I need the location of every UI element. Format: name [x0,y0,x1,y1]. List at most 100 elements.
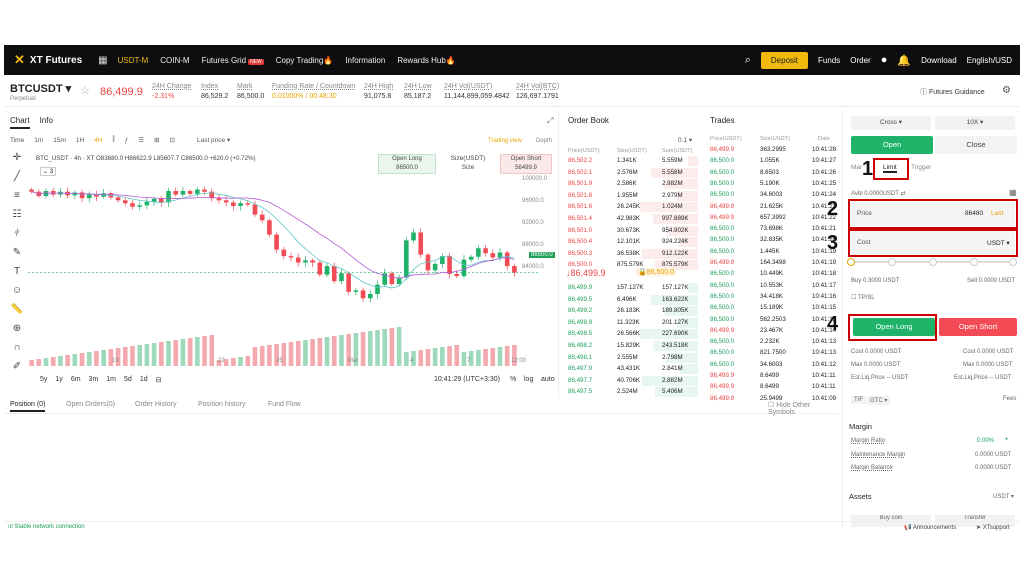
search-icon[interactable]: ⌕ [745,54,751,67]
brush-icon[interactable]: ✎ [13,247,21,258]
fib-icon[interactable]: ☷ [13,209,22,220]
calendar-icon[interactable]: ⊟ [156,376,162,384]
nav-funds[interactable]: Funds [818,56,840,65]
tf-15m[interactable]: 15m [53,137,66,144]
tab-info[interactable]: Info [40,116,53,129]
horizontal-lines-icon[interactable]: ≡ [14,190,20,201]
layout-icon[interactable]: ⊞ [154,136,159,144]
nav-rewards-hub[interactable]: Rewards Hub🔥 [397,56,455,65]
slider-step[interactable] [970,258,978,266]
futures-guidance-link[interactable]: ⓘ Futures Guidance [920,87,985,97]
bid-row[interactable]: 86,498.1 2.555M 2.798M [562,352,702,363]
log-scale-button[interactable]: log [524,376,533,383]
ask-row[interactable]: 86,500.4 12.101K 924.224K [562,237,702,248]
tf-4h[interactable]: 4H [94,137,102,144]
bid-row[interactable]: 86,497.9 43.431K 2.841M [562,364,702,375]
expand-icon[interactable]: ⤢ [547,116,553,126]
magnet-icon[interactable]: ∩ [13,342,20,353]
range-3m[interactable]: 3m [89,376,99,384]
tf-1m[interactable]: 1m [34,137,43,144]
support-link[interactable]: ➤ XTsupport [976,524,1010,531]
range-1m[interactable]: 1m [106,376,116,384]
bid-row[interactable]: 86,499.5 6.496K 163.622K [562,294,702,305]
slider-step[interactable] [1009,258,1017,266]
crosshair-icon[interactable]: ✛ [13,152,21,163]
bid-row[interactable]: 86,499.9 157.127K 157.127K [562,283,702,293]
bid-row[interactable]: 86,497.5 2.524M 5.406M [562,387,702,398]
tab-position-history[interactable]: Position history [198,401,245,408]
lock-draw-icon[interactable]: ✐ [13,361,21,372]
collapse-indicators[interactable]: ⌄ 3 [40,167,57,176]
text-icon[interactable]: T [14,266,20,277]
user-icon[interactable]: ● [881,54,888,66]
brand-logo[interactable]: ✕ XT Futures [14,52,82,68]
nav-coin-m[interactable]: COIN-M [160,56,189,65]
language-selector[interactable]: English/USD [967,56,1012,65]
last-price-select[interactable]: Last price ▾ [197,136,230,144]
apps-grid-icon[interactable]: ▦ [98,55,107,66]
nav-order[interactable]: Order [850,56,870,65]
nav-information[interactable]: Information [345,56,385,65]
slider-step[interactable] [888,258,896,266]
open-tab[interactable]: Open [851,136,933,154]
bid-row[interactable]: 86,499.2 26.183K 189.805K [562,306,702,317]
ask-row[interactable]: 86,501.9 2.586K 2.982M [562,179,702,190]
ask-row[interactable]: 86,501.4 42.983K 997.889K [562,214,702,224]
bid-row[interactable]: 86,498.2 15.829K 243.518K [562,341,702,351]
bid-row[interactable]: 86,498.5 26.566K 227.690K [562,329,702,340]
slider-step[interactable] [929,258,937,266]
tab-order-history[interactable]: Order History [135,401,177,408]
tpsl-checkbox[interactable]: ☐ TP/SL [851,294,875,301]
tf-1h[interactable]: 1H [76,137,84,144]
quick-size[interactable]: Size(USDT) Size [444,154,492,174]
candle-type-icon[interactable]: ⫿ [113,136,115,144]
margin-mode-select[interactable]: Cross ▾ [851,116,931,130]
bell-icon[interactable]: 🔔 [897,54,911,67]
assets-unit-select[interactable]: USDT ▾ [993,493,1014,500]
gear-icon[interactable]: ⚙ [1002,85,1011,96]
open-short-quick[interactable]: Open Short 56499.9 [500,154,552,174]
depth-toggle[interactable]: Depth [536,138,552,144]
bid-row[interactable]: 86,497.7 40.706K 2.882M [562,375,702,386]
range-6m[interactable]: 6m [71,376,81,384]
nav-futures-grid[interactable]: Futures Grid NEW [202,56,264,65]
trend-line-icon[interactable]: ╱ [14,171,20,182]
range-5y[interactable]: 5y [40,376,47,384]
calculator-icon[interactable]: ▦ [1009,188,1017,197]
leverage-select[interactable]: 10X ▾ [935,116,1015,130]
ask-row[interactable]: 86,501.6 26.245K 1.024M [562,202,702,213]
tab-position[interactable]: Position (0) [10,401,46,412]
camera-icon[interactable]: ⊡ [170,136,175,144]
nav-usdt-m[interactable]: USDT-M [118,56,149,65]
zoom-icon[interactable]: ⊕ [13,323,21,334]
auto-scale-button[interactable]: auto [541,376,555,383]
trading-view-toggle[interactable]: Trading view [488,138,522,144]
ask-row[interactable]: 86,502.1 2.576M 5.558M [562,167,702,178]
tab-open-orders[interactable]: Open Orders(0) [66,401,115,408]
market-tab[interactable]: Mar [851,164,862,171]
emoji-icon[interactable]: ☺ [12,285,22,296]
range-1d[interactable]: 1d [140,376,148,384]
ask-row[interactable]: 86,501.8 1.955M 2.979M [562,190,702,201]
range-1y[interactable]: 1y [55,376,62,384]
ruler-icon[interactable]: 📏 [11,304,23,315]
fees-link[interactable]: Fees [1003,396,1016,402]
announcements-link[interactable]: 📢 Announcements [904,524,956,531]
range-5d[interactable]: 5d [124,376,132,384]
indicator-icon[interactable]: ƒ [125,137,129,144]
nav-download[interactable]: Download [921,56,957,65]
deposit-button[interactable]: Deposit [760,51,809,69]
gtc-select[interactable]: GTC ▾ [867,396,891,405]
favorite-star-icon[interactable]: ☆ [80,84,90,97]
tf-time[interactable]: Time [10,137,24,144]
amount-slider[interactable] [847,258,1017,266]
chart-settings-icon[interactable]: ☰ [138,136,144,144]
slider-handle[interactable] [847,258,855,266]
open-short-button[interactable]: Open Short [939,318,1017,336]
open-long-quick[interactable]: Open Long 86500.0 [378,154,436,174]
ask-row[interactable]: 86,500.3 36.538K 912.122K [562,248,702,259]
close-tab[interactable]: Close [935,136,1017,154]
candlestick-chart[interactable] [28,176,538,366]
percent-scale-button[interactable]: % [510,376,516,383]
ask-row[interactable]: 86,502.2 1.341K 5.559M [562,156,702,166]
